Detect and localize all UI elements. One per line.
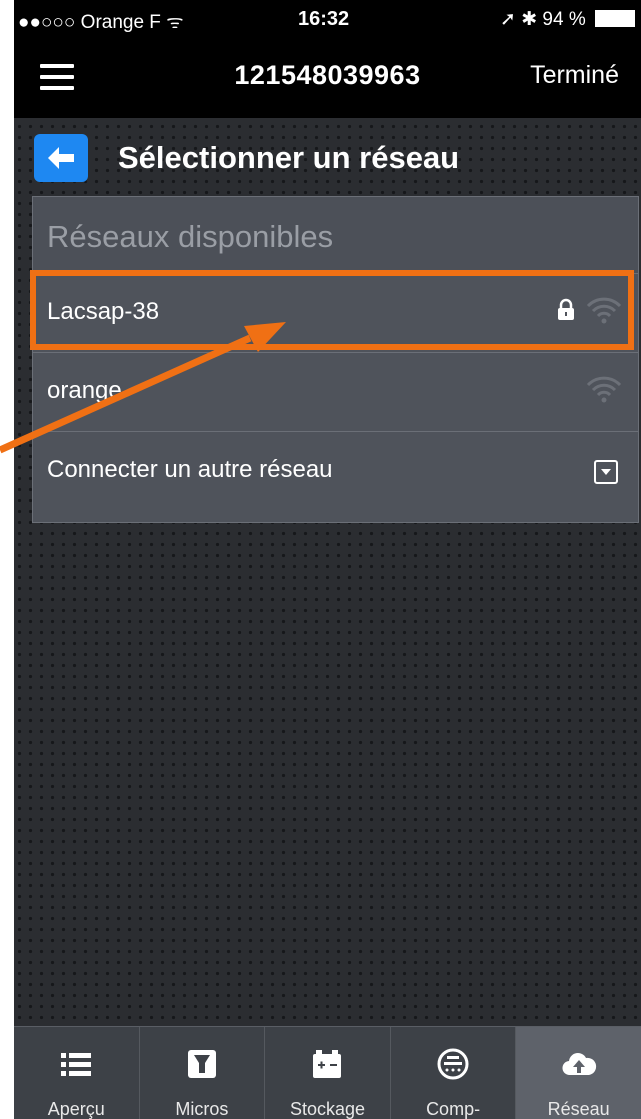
tab-reseau[interactable]: Réseau	[516, 1027, 641, 1119]
tab-label: Aperçu	[47, 1099, 105, 1119]
battery-percent: 94 %	[542, 9, 586, 30]
connect-other-network-row[interactable]: Connecter un autre réseau	[33, 431, 638, 522]
list-icon	[61, 1053, 92, 1076]
status-time: 16:32	[298, 8, 350, 30]
tab-label: Comp-	[426, 1099, 481, 1119]
top-bar: ●●○○○ Orange F ᯤ 16:32 ➚ ✱ 94 % 12154803…	[14, 0, 641, 118]
page-title: Sélectionner un réseau	[118, 140, 460, 175]
status-right: ➚ ✱ 94 %	[500, 8, 635, 31]
tab-label: Micros	[175, 1099, 229, 1119]
cloud-upload-icon	[562, 1053, 596, 1076]
chevron-down-icon	[594, 460, 618, 484]
network-name: orange	[47, 377, 122, 404]
network-row-orange[interactable]: orange	[33, 352, 638, 431]
tab-micros[interactable]: Micros	[140, 1027, 266, 1119]
nav-bar: 121548039963 Terminé	[14, 36, 641, 118]
back-button[interactable]	[34, 134, 88, 182]
location-icon: ➚	[500, 9, 516, 30]
carrier-status: ●●○○○ Orange F ᯤ	[18, 8, 184, 34]
battery-storage-icon	[313, 1050, 342, 1078]
connect-other-label: Connecter un autre réseau	[47, 456, 333, 483]
wifi-signal-icon	[586, 376, 622, 403]
micro-inverter-icon	[187, 1050, 216, 1078]
carrier-label: ●●○○○ Orange F	[18, 12, 161, 33]
bluetooth-icon: ✱	[521, 9, 538, 30]
section-label: Réseaux disponibles	[47, 219, 334, 254]
done-button[interactable]: Terminé	[530, 61, 619, 90]
tab-apercu[interactable]: Aperçu	[14, 1027, 140, 1119]
tab-label: Réseau	[547, 1099, 610, 1119]
tab-bar: Aperçu Micros Stockage Comp- Réseau	[14, 1026, 641, 1119]
arrow-left-icon	[48, 147, 74, 169]
network-list: Réseaux disponibles Lacsap-38 orange Con…	[32, 196, 639, 523]
meter-icon	[437, 1048, 469, 1080]
tab-label: Stockage	[289, 1099, 366, 1119]
battery-icon	[595, 10, 635, 27]
status-bar: ●●○○○ Orange F ᯤ 16:32 ➚ ✱ 94 %	[14, 0, 641, 36]
phone-screen: ●●○○○ Orange F ᯤ 16:32 ➚ ✱ 94 % 12154803…	[14, 0, 641, 1119]
wifi-status-icon: ᯤ	[166, 12, 184, 33]
tab-stockage[interactable]: Stockage	[265, 1027, 391, 1119]
tab-comp[interactable]: Comp-	[391, 1027, 517, 1119]
highlight-box	[30, 270, 634, 350]
